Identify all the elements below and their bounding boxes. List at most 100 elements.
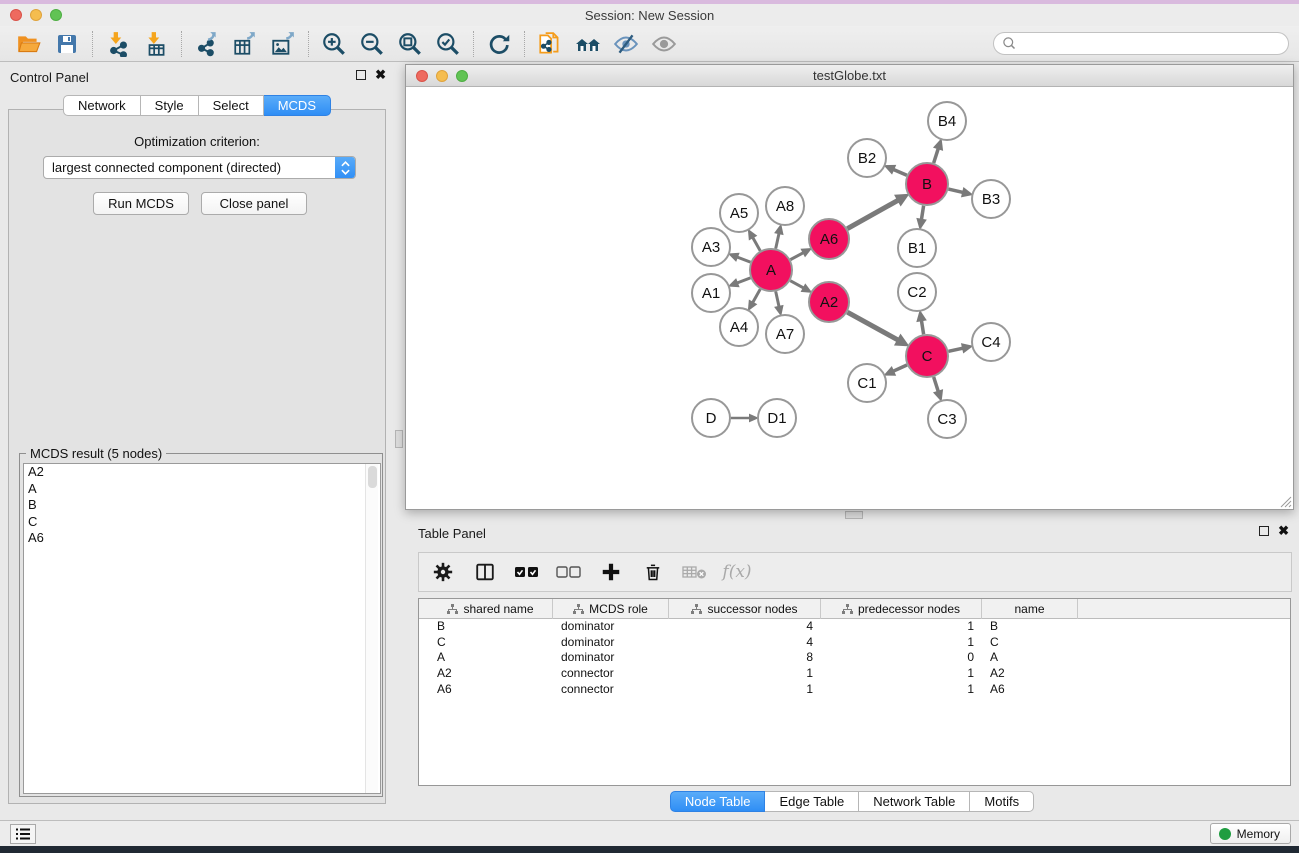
graph-node-B4[interactable]: B4 [928,102,966,140]
tab-mcds[interactable]: MCDS [264,95,331,116]
delete-table-icon[interactable] [681,559,709,585]
search-input[interactable] [1022,36,1280,51]
column-header-mcds-role[interactable]: MCDS role [553,599,669,619]
graph-node-D1[interactable]: D1 [758,399,796,437]
result-list-item[interactable]: A6 [24,530,380,547]
graph-node-A[interactable]: A [750,249,792,291]
checked-boxes-icon[interactable] [513,559,541,585]
edge-A-A7 [776,291,780,307]
float-panel-icon[interactable] [356,70,366,80]
tab-node-table[interactable]: Node Table [670,791,766,812]
edge-B-B4 [934,147,939,163]
tab-select[interactable]: Select [199,95,264,116]
column-header-successor-nodes[interactable]: successor nodes [669,599,821,619]
graph-node-B3[interactable]: B3 [972,180,1010,218]
zoom-in-icon[interactable] [315,29,353,59]
search-field[interactable] [993,32,1289,55]
tab-motifs[interactable]: Motifs [970,791,1034,812]
cell-shared-name: C [429,635,553,651]
graph-node-C2[interactable]: C2 [898,273,936,311]
open-folder-icon[interactable] [10,29,48,59]
unchecked-boxes-icon[interactable] [555,559,583,585]
result-scrollbar[interactable] [365,464,378,793]
svg-text:D1: D1 [767,410,786,427]
graph-node-A2[interactable]: A2 [809,282,849,322]
graph-node-B[interactable]: B [906,163,948,205]
criterion-dropdown[interactable]: largest connected component (directed) [43,156,356,179]
graph-node-A1[interactable]: A1 [692,274,730,312]
graph-node-B1[interactable]: B1 [898,229,936,267]
table-row[interactable]: A2connector11A2 [429,666,1290,682]
network-window: testGlobe.txt B4 B2 B B3 A5A8 A6 B1 A3 A C2 A1 A2 A4… [405,64,1294,510]
zoom-selected-icon[interactable] [429,29,467,59]
edge-C-C4 [948,348,964,351]
network-file-icon[interactable] [531,29,569,59]
graph-node-A6[interactable]: A6 [809,219,849,259]
dropdown-stepper-icon [335,156,355,179]
vertical-divider-handle[interactable] [395,430,403,448]
export-image-icon[interactable] [264,29,302,59]
graph-node-B2[interactable]: B2 [848,139,886,177]
save-icon[interactable] [48,29,86,59]
result-list-item[interactable]: A2 [24,464,380,481]
graph-node-C1[interactable]: C1 [848,364,886,402]
columns-icon[interactable] [471,559,499,585]
table-row[interactable]: Cdominator41C [429,635,1290,651]
toolbar-separator [92,31,93,57]
horizontal-divider-handle[interactable] [845,511,863,519]
eye-icon[interactable] [645,29,683,59]
graph-node-A4[interactable]: A4 [720,308,758,346]
edge-A-A6 [790,252,804,260]
optimization-criterion-label: Optimization criterion: [9,134,385,149]
homes-icon[interactable] [569,29,607,59]
graph-node-C[interactable]: C [906,335,948,377]
svg-text:A6: A6 [820,231,838,248]
column-header-shared-name[interactable]: shared name [429,599,553,619]
eye-slash-icon[interactable] [607,29,645,59]
edge-B-B1 [921,206,923,221]
tab-network[interactable]: Network [63,95,141,116]
zoom-fit-icon[interactable] [391,29,429,59]
close-panel-icon[interactable]: ✖ [375,70,386,80]
network-canvas[interactable]: B4 B2 B B3 A5A8 A6 B1 A3 A C2 A1 A2 A4A7 C4 C C1 C3 D D1 [406,87,1293,509]
plus-icon[interactable] [597,559,625,585]
column-header-name[interactable]: name [982,599,1078,619]
import-table-icon[interactable] [137,29,175,59]
result-list-item[interactable]: A [24,481,380,498]
task-history-button[interactable] [10,824,36,844]
result-list-item[interactable]: B [24,497,380,514]
table-row[interactable]: Bdominator41B [429,619,1290,635]
svg-text:B4: B4 [938,113,956,130]
table-row[interactable]: Adominator80A [429,650,1290,666]
export-table-icon[interactable] [226,29,264,59]
export-network-icon[interactable] [188,29,226,59]
gear-icon[interactable] [429,559,457,585]
tab-style[interactable]: Style [141,95,199,116]
table-row[interactable]: A6connector11A6 [429,682,1290,698]
refresh-layout-icon[interactable] [480,29,518,59]
float-panel-icon[interactable] [1259,526,1269,536]
graph-node-A8[interactable]: A8 [766,187,804,225]
tab-edge-table[interactable]: Edge Table [765,791,859,812]
run-mcds-button[interactable]: Run MCDS [93,192,189,215]
result-list-item[interactable]: C [24,514,380,531]
cell-mcds-role: dominator [553,635,669,651]
import-network-icon[interactable] [99,29,137,59]
graph-node-C3[interactable]: C3 [928,400,966,438]
graph-node-D[interactable]: D [692,399,730,437]
control-panel: Control Panel ✖ NetworkStyleSelectMCDS O… [0,62,394,820]
close-panel-button[interactable]: Close panel [201,192,307,215]
resize-grip-icon[interactable] [1278,494,1292,508]
graph-node-A5[interactable]: A5 [720,194,758,232]
graph-node-A7[interactable]: A7 [766,315,804,353]
memory-button[interactable]: Memory [1210,823,1291,844]
zoom-out-icon[interactable] [353,29,391,59]
tab-network-table[interactable]: Network Table [859,791,970,812]
trash-icon[interactable] [639,559,667,585]
graph-node-A3[interactable]: A3 [692,228,730,266]
function-icon[interactable]: f(x) [723,559,751,585]
close-panel-icon[interactable]: ✖ [1278,526,1289,536]
column-header-predecessor-nodes[interactable]: predecessor nodes [821,599,982,619]
graph-node-C4[interactable]: C4 [972,323,1010,361]
network-window-titlebar[interactable]: testGlobe.txt [406,65,1293,87]
